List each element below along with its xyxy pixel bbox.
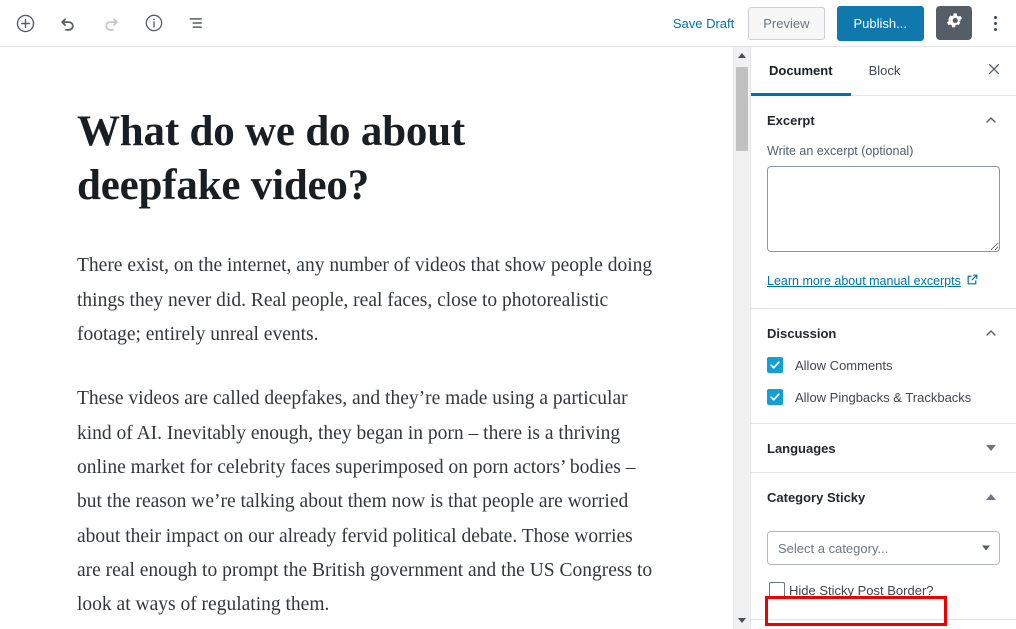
editor-header: Save Draft Preview Publish... bbox=[0, 0, 1016, 47]
scrollbar-thumb[interactable] bbox=[736, 67, 748, 151]
scrollbar-down-button[interactable] bbox=[734, 612, 750, 629]
panel-title: Languages bbox=[767, 440, 836, 456]
allow-comments-checkbox[interactable] bbox=[767, 357, 783, 373]
vertical-dots-icon bbox=[993, 15, 997, 19]
info-icon[interactable] bbox=[139, 8, 169, 38]
allow-comments-label[interactable]: Allow Comments bbox=[795, 358, 893, 373]
undo-icon[interactable] bbox=[53, 8, 83, 38]
vertical-dots-icon bbox=[993, 27, 997, 31]
close-icon bbox=[986, 61, 1002, 82]
settings-button[interactable] bbox=[936, 6, 972, 40]
panel-discussion: Discussion Allow Comments Allow Pingback… bbox=[751, 309, 1016, 424]
header-actions: Save Draft Preview Publish... bbox=[671, 5, 1008, 41]
allow-comments-row[interactable]: Allow Comments bbox=[767, 357, 1000, 373]
gear-icon bbox=[945, 11, 964, 35]
triangle-up-icon bbox=[738, 53, 746, 58]
panel-excerpt-body: Write an excerpt (optional) Learn more a… bbox=[751, 144, 1016, 308]
post-paragraph[interactable]: These videos are called deepfakes, and t… bbox=[77, 382, 659, 622]
add-block-icon[interactable] bbox=[10, 8, 40, 38]
allow-pingbacks-row[interactable]: Allow Pingbacks & Trackbacks bbox=[767, 389, 1000, 405]
panel-title: Category Sticky bbox=[767, 489, 866, 505]
chevron-up-icon[interactable] bbox=[982, 324, 1000, 342]
preview-button[interactable]: Preview bbox=[748, 6, 825, 40]
panel-category-sticky-body: Select a category... Hide Sticky Post Bo… bbox=[751, 531, 1016, 619]
panel-excerpt-header[interactable]: Excerpt bbox=[751, 96, 1016, 144]
category-select[interactable]: Select a category... bbox=[767, 531, 1000, 565]
vertical-dots-icon bbox=[993, 21, 997, 25]
triangle-down-icon[interactable] bbox=[982, 439, 1000, 457]
allow-pingbacks-checkbox[interactable] bbox=[767, 389, 783, 405]
more-menu-button[interactable] bbox=[984, 6, 1006, 40]
panel-languages: Languages bbox=[751, 424, 1016, 473]
post-title[interactable]: What do we do about deepfake video? bbox=[77, 105, 637, 213]
learn-more-excerpts-label: Learn more about manual excerpts bbox=[767, 274, 961, 288]
hide-sticky-border-label[interactable]: Hide Sticky Post Border? bbox=[789, 583, 934, 598]
tab-document[interactable]: Document bbox=[751, 47, 851, 96]
save-draft-button[interactable]: Save Draft bbox=[671, 12, 736, 35]
redo-icon[interactable] bbox=[96, 8, 126, 38]
excerpt-textarea[interactable] bbox=[767, 166, 1000, 252]
panel-excerpt: Excerpt Write an excerpt (optional) Lear… bbox=[751, 96, 1016, 309]
editor-body: What do we do about deepfake video? Ther… bbox=[0, 47, 1016, 629]
post-canvas[interactable]: What do we do about deepfake video? Ther… bbox=[0, 47, 733, 629]
panel-title: Discussion bbox=[767, 325, 837, 341]
triangle-down-glyph bbox=[986, 445, 996, 451]
publish-button[interactable]: Publish... bbox=[836, 5, 924, 41]
editor-scrollbar[interactable] bbox=[733, 47, 750, 629]
panel-category-sticky: Category Sticky Select a category... Hid… bbox=[751, 473, 1016, 620]
gutenberg-editor-window: Save Draft Preview Publish... What do we… bbox=[0, 0, 1016, 629]
panel-languages-header[interactable]: Languages bbox=[751, 424, 1016, 472]
panel-title: Excerpt bbox=[767, 112, 815, 128]
triangle-up-glyph bbox=[986, 494, 996, 500]
block-navigation-icon[interactable] bbox=[182, 8, 212, 38]
panel-discussion-body: Allow Comments Allow Pingbacks & Trackba… bbox=[751, 357, 1016, 423]
category-select-wrapper: Select a category... bbox=[767, 531, 1000, 565]
hide-sticky-border-checkbox[interactable] bbox=[769, 582, 785, 598]
allow-pingbacks-label[interactable]: Allow Pingbacks & Trackbacks bbox=[795, 390, 971, 405]
post-paragraph[interactable]: There exist, on the internet, any number… bbox=[77, 249, 659, 352]
tab-block[interactable]: Block bbox=[851, 47, 919, 96]
excerpt-field-label: Write an excerpt (optional) bbox=[767, 144, 914, 158]
learn-more-excerpts-link[interactable]: Learn more about manual excerpts bbox=[767, 273, 979, 289]
triangle-down-icon bbox=[738, 618, 746, 623]
triangle-up-icon[interactable] bbox=[982, 488, 1000, 506]
scrollbar-up-button[interactable] bbox=[734, 47, 750, 64]
external-link-icon bbox=[966, 273, 979, 289]
panel-category-sticky-header[interactable]: Category Sticky bbox=[751, 473, 1016, 521]
post-content: What do we do about deepfake video? Ther… bbox=[0, 47, 733, 629]
panel-discussion-header[interactable]: Discussion bbox=[751, 309, 1016, 357]
hide-sticky-border-row[interactable]: Hide Sticky Post Border? bbox=[767, 579, 1000, 601]
header-tools bbox=[10, 8, 212, 38]
sidebar-tabs: Document Block bbox=[751, 47, 1016, 96]
chevron-up-icon[interactable] bbox=[982, 111, 1000, 129]
close-sidebar-button[interactable] bbox=[972, 47, 1016, 95]
settings-sidebar: Document Block Excerpt Write an excerpt … bbox=[750, 47, 1016, 629]
